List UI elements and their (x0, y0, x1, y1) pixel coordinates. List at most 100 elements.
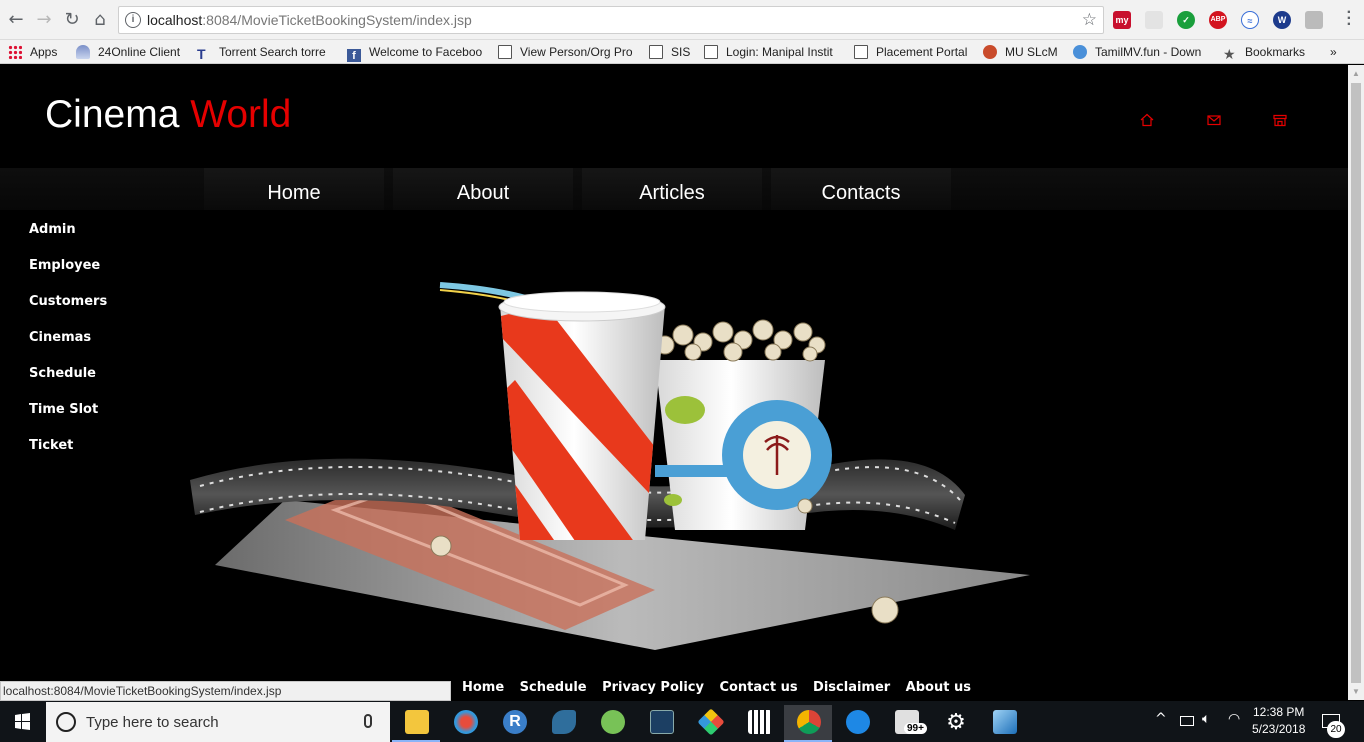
extension-adblock-icon[interactable]: ABP (1209, 11, 1227, 29)
footer-link-privacy-policy[interactable]: Privacy Policy (602, 680, 704, 695)
taskbar-rstudio[interactable]: R (490, 705, 538, 742)
scroll-up-icon[interactable]: ▲ (1352, 69, 1360, 78)
facebook-icon: f (347, 49, 361, 62)
footer-links: Home Schedule Privacy Policy Contact us … (462, 678, 982, 696)
nav-contacts[interactable]: Contacts (771, 168, 951, 210)
chrome-icon (797, 710, 821, 734)
side-menu-admin[interactable]: Admin (29, 222, 107, 258)
scrollbar-thumb[interactable] (1351, 83, 1361, 683)
side-menu-employee[interactable]: Employee (29, 258, 107, 294)
back-arrow-icon[interactable]: ← (6, 10, 26, 30)
edge-icon (846, 710, 870, 734)
bookmark-folder-bookmarks[interactable]: ★ Bookmarks (1223, 42, 1305, 62)
page-icon (649, 45, 663, 59)
footer-link-about-us[interactable]: About us (906, 680, 971, 695)
home-icon[interactable]: ⌂ (90, 10, 110, 30)
battery-icon[interactable] (1180, 716, 1194, 726)
bookmark-sis[interactable]: SIS (649, 42, 690, 62)
site-logo[interactable]: Cinema World (45, 93, 291, 137)
taskbar-git[interactable] (686, 705, 734, 742)
notification-count: 20 (1327, 721, 1345, 738)
footer-link-contact-us[interactable]: Contact us (719, 680, 797, 695)
side-menu-schedule[interactable]: Schedule (29, 366, 107, 402)
bookmarks-bar: Apps 24Online Client T Torrent Search tor… (0, 40, 1364, 64)
footer-link-schedule[interactable]: Schedule (520, 680, 587, 695)
extension-w-icon[interactable]: W (1273, 11, 1291, 29)
page-icon (704, 45, 718, 59)
taskbar-calculator[interactable] (735, 705, 783, 742)
git-icon (697, 708, 725, 736)
bookmarks-overflow[interactable]: » (1330, 42, 1337, 62)
info-icon[interactable]: i (125, 12, 141, 28)
extension-shield-icon[interactable] (1305, 11, 1323, 29)
scroll-down-icon[interactable]: ▼ (1352, 687, 1360, 696)
apps-grid-icon (8, 45, 22, 59)
taskbar-mysql-workbench[interactable] (637, 705, 685, 742)
bookmark-star-icon[interactable]: ☆ (1082, 10, 1097, 30)
forward-arrow-icon[interactable]: → (34, 10, 54, 30)
online-client-icon (76, 45, 90, 59)
bookmark-placement-portal[interactable]: Placement Portal (854, 42, 967, 62)
extension-sync-icon[interactable]: ≈ (1241, 11, 1259, 29)
microphone-icon[interactable] (364, 714, 372, 728)
wifi-icon[interactable]: ◠ (1228, 711, 1240, 727)
bookmark-facebook[interactable]: f Welcome to Faceboo (347, 42, 484, 62)
bookmark-24online[interactable]: 24Online Client (76, 42, 180, 62)
reload-icon[interactable]: ↻ (62, 10, 82, 30)
nav-articles[interactable]: Articles (582, 168, 762, 210)
play-icon (1073, 45, 1087, 59)
side-menu-customers[interactable]: Customers (29, 294, 107, 330)
taskbar-search-box[interactable]: Type here to search (46, 702, 390, 742)
browser-toolbar: ← → ↻ ⌂ i localhost:8084/MovieTicketBook… (0, 0, 1364, 40)
store-icon[interactable] (1273, 113, 1287, 127)
address-bar[interactable]: i localhost:8084/MovieTicketBookingSyste… (118, 6, 1104, 34)
gear-icon: ⚙ (946, 709, 966, 734)
page-scrollbar[interactable]: ▲ ▼ (1348, 65, 1364, 700)
taskbar-android-studio[interactable] (588, 705, 636, 742)
taskbar-mail[interactable]: 99+ (882, 705, 930, 742)
taskbar-virtualbox[interactable] (980, 705, 1028, 742)
nav-home[interactable]: Home (204, 168, 384, 210)
side-menu-cinemas[interactable]: Cinemas (29, 330, 107, 366)
bookmark-view-person[interactable]: View Person/Org Pro (498, 42, 635, 62)
home-icon[interactable] (1140, 113, 1154, 127)
calculator-icon (748, 710, 772, 734)
extension-check-icon[interactable]: ✓ (1177, 11, 1195, 29)
taskbar-chrome[interactable] (784, 705, 832, 742)
side-menu-ticket[interactable]: Ticket (29, 438, 107, 474)
taskbar-paint[interactable] (441, 705, 489, 742)
taskbar-edge[interactable] (833, 705, 881, 742)
footer-link-disclaimer[interactable]: Disclaimer (813, 680, 890, 695)
link-status-bar: localhost:8084/MovieTicketBookingSystem/… (0, 681, 451, 701)
side-menu-time-slot[interactable]: Time Slot (29, 402, 107, 438)
mail-badge: 99+ (904, 723, 927, 734)
bookmark-tamilmv[interactable]: TamilMV.fun - Down (1073, 42, 1210, 62)
dolphin-icon (552, 710, 576, 734)
browser-menu-icon[interactable]: · · · (1347, 5, 1352, 33)
system-clock[interactable]: 12:38 PM 5/23/2018 (1252, 704, 1305, 738)
r-icon: R (503, 710, 527, 734)
volume-icon[interactable]: 🔈︎ (1202, 711, 1210, 727)
bookmark-apps[interactable]: Apps (8, 42, 57, 62)
page-icon (854, 45, 868, 59)
footer-link-home[interactable]: Home (462, 680, 504, 695)
windows-start-icon[interactable] (0, 701, 45, 742)
bookmark-mu-slcm[interactable]: MU SLcM (983, 42, 1058, 62)
bookmark-torrent[interactable]: T Torrent Search torre (197, 42, 333, 62)
url-text[interactable]: localhost:8084/MovieTicketBookingSystem/… (147, 12, 472, 28)
taskbar-file-explorer[interactable] (392, 705, 440, 742)
workbench-icon (650, 710, 674, 734)
taskbar-mysql-dolphin[interactable] (539, 705, 587, 742)
web-page: Cinema World Home About Articles Contact… (0, 65, 1348, 700)
nav-about[interactable]: About (393, 168, 573, 210)
windows-taskbar: Type here to search R 99+ ⚙ ^ 🔈︎ ◠ 12:38… (0, 701, 1364, 742)
tray-chevron-icon[interactable]: ^ (1155, 711, 1167, 727)
side-menu: Admin Employee Customers Cinemas Schedul… (29, 222, 107, 474)
extension-puzzle-icon[interactable] (1145, 11, 1163, 29)
hero-cinema-illustration (190, 282, 1030, 650)
taskbar-settings[interactable]: ⚙ (931, 705, 979, 742)
torrent-icon: T (197, 46, 206, 62)
mail-icon[interactable] (1207, 113, 1221, 127)
extension-my-icon[interactable]: my (1113, 11, 1131, 29)
bookmark-login-manipal[interactable]: Login: Manipal Instit (704, 42, 840, 62)
